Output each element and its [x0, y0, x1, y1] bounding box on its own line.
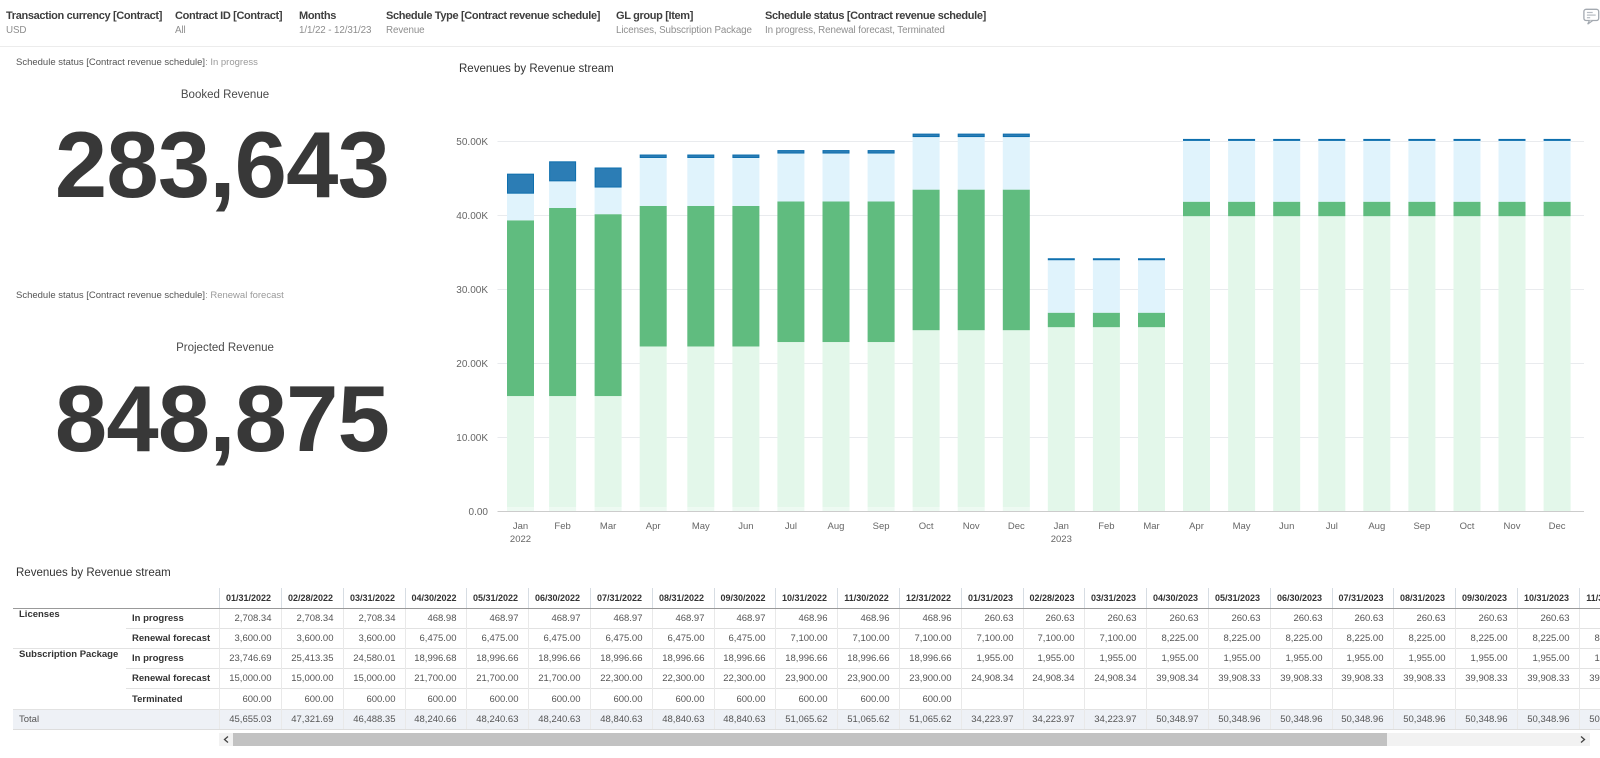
svg-text:Feb: Feb [1098, 521, 1114, 532]
svg-text:Aug: Aug [1368, 521, 1385, 532]
svg-text:Dec: Dec [1008, 521, 1025, 532]
svg-text:Jun: Jun [738, 521, 753, 532]
svg-text:Jul: Jul [785, 521, 797, 532]
svg-text:Apr: Apr [646, 521, 661, 532]
svg-text:Apr: Apr [1189, 521, 1204, 532]
svg-text:Dec: Dec [1549, 521, 1566, 532]
svg-text:10.00K: 10.00K [456, 433, 488, 444]
svg-text:Aug: Aug [828, 521, 845, 532]
svg-text:Sep: Sep [873, 521, 890, 532]
svg-text:Jul: Jul [1326, 521, 1338, 532]
svg-text:Nov: Nov [963, 521, 980, 532]
svg-text:20.00K: 20.00K [456, 359, 488, 370]
svg-text:0.00: 0.00 [469, 507, 489, 518]
svg-text:50.00K: 50.00K [456, 137, 488, 148]
svg-text:40.00K: 40.00K [456, 211, 488, 222]
svg-text:Oct: Oct [919, 521, 934, 532]
svg-text:Jan: Jan [513, 521, 528, 532]
svg-text:Jun: Jun [1279, 521, 1294, 532]
svg-text:2022: 2022 [510, 534, 531, 545]
svg-text:Nov: Nov [1504, 521, 1521, 532]
svg-text:Mar: Mar [600, 521, 616, 532]
svg-text:Jan: Jan [1054, 521, 1069, 532]
svg-text:Sep: Sep [1413, 521, 1430, 532]
svg-text:2023: 2023 [1051, 534, 1072, 545]
svg-text:Oct: Oct [1460, 521, 1475, 532]
svg-text:Mar: Mar [1143, 521, 1159, 532]
svg-text:Feb: Feb [554, 521, 570, 532]
svg-text:30.00K: 30.00K [456, 285, 488, 296]
svg-text:May: May [692, 521, 710, 532]
svg-text:May: May [1233, 521, 1251, 532]
